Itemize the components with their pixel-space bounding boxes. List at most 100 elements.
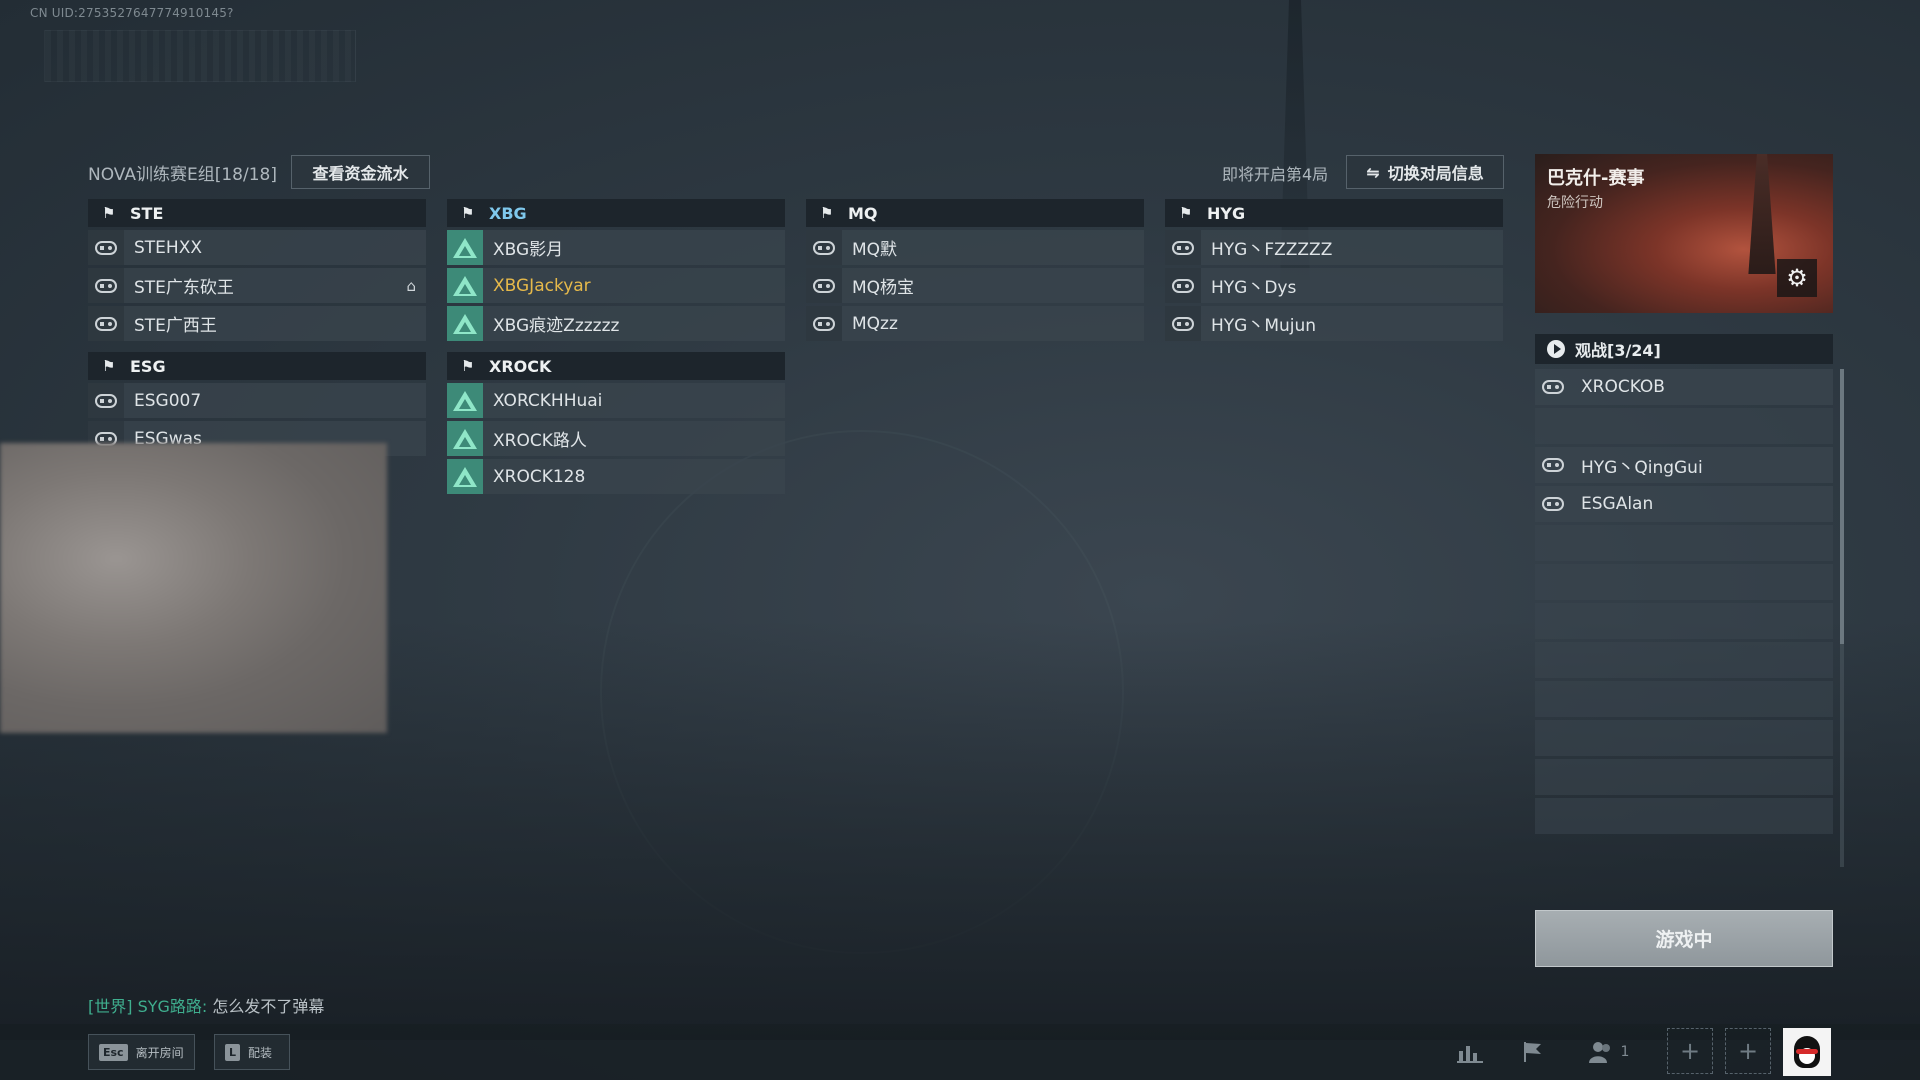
team-name: XBG xyxy=(489,203,527,223)
triangle-logo-icon xyxy=(447,383,483,418)
l-key-cap: L xyxy=(225,1043,241,1061)
loadout-button[interactable]: L 配装 xyxy=(214,1034,290,1070)
team-block-hyg: ⚑ HYG HYG丶FZZZZZ HYG丶Dys HYG丶Mujun xyxy=(1165,199,1503,341)
spectator-slot-empty[interactable] xyxy=(1535,681,1833,717)
flag-icon[interactable] xyxy=(1515,1034,1551,1070)
spectator-slot-empty[interactable] xyxy=(1535,798,1833,834)
switch-match-info-label: 切换对局信息 xyxy=(1387,164,1484,183)
player-row[interactable]: STEHXX xyxy=(88,230,426,265)
in-game-status-button[interactable]: 游戏中 xyxy=(1535,910,1833,967)
triangle-logo-icon xyxy=(447,459,483,494)
spectator-slot-empty[interactable] xyxy=(1535,525,1833,561)
view-funds-button[interactable]: 查看资金流水 xyxy=(291,155,430,189)
spectator-count-label: 观战[3/24] xyxy=(1575,341,1661,360)
leave-room-button[interactable]: Esc 离开房间 xyxy=(88,1034,195,1070)
add-friend-slot-2[interactable]: + xyxy=(1725,1028,1771,1074)
player-row[interactable]: HYG丶Mujun xyxy=(1165,306,1503,341)
team-name: HYG xyxy=(1207,203,1246,223)
gamepad-icon xyxy=(806,306,842,341)
player-name: HYG丶Mujun xyxy=(1211,316,1317,336)
player-row[interactable]: XBG影月 xyxy=(447,230,785,265)
team-block-esg: ⚑ ESG ESG007 ESGwas xyxy=(88,352,426,456)
team-name: ESG xyxy=(130,356,166,376)
spectator-list: XROCKOB HYG丶QingGui ESGAlan xyxy=(1535,369,1833,837)
gamepad-icon xyxy=(88,383,124,418)
spectator-slot-empty[interactable] xyxy=(1535,720,1833,756)
player-row[interactable]: XBG痕迹Zzzzzz xyxy=(447,306,785,341)
triangle-logo-icon xyxy=(447,306,483,341)
player-row[interactable]: XROCK路人 xyxy=(447,421,785,456)
chat-message: 怎么发不了弹幕 xyxy=(212,997,325,1016)
esc-key-cap: Esc xyxy=(99,1043,128,1061)
flag-icon: ⚑ xyxy=(102,204,116,222)
team-header[interactable]: ⚑ XROCK xyxy=(447,352,785,380)
qq-avatar-icon[interactable] xyxy=(1783,1028,1831,1076)
player-name: HYG丶FZZZZZ xyxy=(1211,240,1333,260)
spectator-slot-empty[interactable] xyxy=(1535,759,1833,795)
player-row[interactable]: HYG丶FZZZZZ xyxy=(1165,230,1503,265)
spectator-scrollbar[interactable] xyxy=(1840,369,1844,867)
team-block-ste: ⚑ STE STEHXX STE广东砍王 ⌂ STE广西王 xyxy=(88,199,426,341)
add-friend-slot-1[interactable]: + xyxy=(1667,1028,1713,1074)
loadout-label: 配装 xyxy=(248,1045,273,1060)
view-funds-label: 查看资金流水 xyxy=(312,164,409,183)
team-block-mq: ⚑ MQ MQ默 MQ杨宝 MQzz xyxy=(806,199,1144,341)
gamepad-icon xyxy=(806,268,842,303)
switch-match-info-button[interactable]: ⇋ 切换对局信息 xyxy=(1346,155,1504,189)
map-name: 巴克什-赛事 xyxy=(1547,168,1645,189)
spectator-header[interactable]: 观战[3/24] xyxy=(1535,334,1833,364)
player-row[interactable]: HYG丶Dys xyxy=(1165,268,1503,303)
player-name: MQ杨宝 xyxy=(852,278,915,298)
player-name: XROCK128 xyxy=(493,466,586,487)
player-name: XBG痕迹Zzzzzz xyxy=(493,316,620,336)
friends-icon[interactable]: 1 xyxy=(1584,1034,1634,1070)
player-row[interactable]: MQzz xyxy=(806,306,1144,341)
chat-user[interactable]: SYG路路: xyxy=(138,997,208,1016)
background-dish xyxy=(600,430,1124,954)
player-row[interactable]: MQ默 xyxy=(806,230,1144,265)
player-row[interactable]: ESG007 xyxy=(88,383,426,418)
player-row[interactable]: XORCKHHuai xyxy=(447,383,785,418)
stats-chart-icon[interactable] xyxy=(1452,1034,1488,1070)
team-header[interactable]: ⚑ STE xyxy=(88,199,426,227)
spectator-slot-empty[interactable] xyxy=(1535,408,1833,444)
spectator-name: HYG丶QingGui xyxy=(1581,457,1703,478)
spectator-slot-empty[interactable] xyxy=(1535,642,1833,678)
triangle-logo-icon xyxy=(447,230,483,265)
team-header[interactable]: ⚑ ESG xyxy=(88,352,426,380)
gamepad-icon xyxy=(1535,486,1571,522)
spectator-scrollbar-thumb[interactable] xyxy=(1840,369,1844,644)
spectator-slot-empty[interactable] xyxy=(1535,603,1833,639)
player-row[interactable]: XROCK128 xyxy=(447,459,785,494)
map-settings-gear-icon[interactable]: ⚙ xyxy=(1777,259,1817,297)
team-header[interactable]: ⚑ HYG xyxy=(1165,199,1503,227)
swap-icon: ⇋ xyxy=(1366,162,1380,182)
gamepad-icon xyxy=(88,230,124,265)
gamepad-icon xyxy=(1165,230,1201,265)
triangle-logo-icon xyxy=(447,421,483,456)
player-name: XROCK路人 xyxy=(493,431,587,451)
player-row[interactable]: MQ杨宝 xyxy=(806,268,1144,303)
spectator-slot-empty[interactable] xyxy=(1535,564,1833,600)
player-row[interactable]: XBGJackyar xyxy=(447,268,785,303)
player-name: STE广西王 xyxy=(134,316,217,336)
player-name: ESG007 xyxy=(134,390,202,411)
spectator-slot[interactable]: XROCKOB xyxy=(1535,369,1833,405)
team-header[interactable]: ⚑ XBG xyxy=(447,199,785,227)
gamepad-icon xyxy=(88,268,124,303)
player-name: MQ默 xyxy=(852,240,898,260)
spectator-slot[interactable]: HYG丶QingGui xyxy=(1535,447,1833,483)
map-card[interactable]: 巴克什-赛事 危险行动 ⚙ xyxy=(1535,154,1833,313)
team-name: XROCK xyxy=(489,356,552,376)
gamepad-icon xyxy=(1535,369,1571,405)
spectator-slot[interactable]: ESGAlan xyxy=(1535,486,1833,522)
team-header[interactable]: ⚑ MQ xyxy=(806,199,1144,227)
map-spire-art xyxy=(1748,154,1776,274)
player-row[interactable]: STE广西王 xyxy=(88,306,426,341)
player-name: XBGJackyar xyxy=(493,275,591,296)
leave-room-label: 离开房间 xyxy=(135,1045,184,1060)
player-name: STE广东砍王 xyxy=(134,278,234,298)
player-row[interactable]: STE广东砍王 ⌂ xyxy=(88,268,426,303)
map-mode: 危险行动 xyxy=(1547,195,1603,211)
player-name: XBG影月 xyxy=(493,240,564,260)
